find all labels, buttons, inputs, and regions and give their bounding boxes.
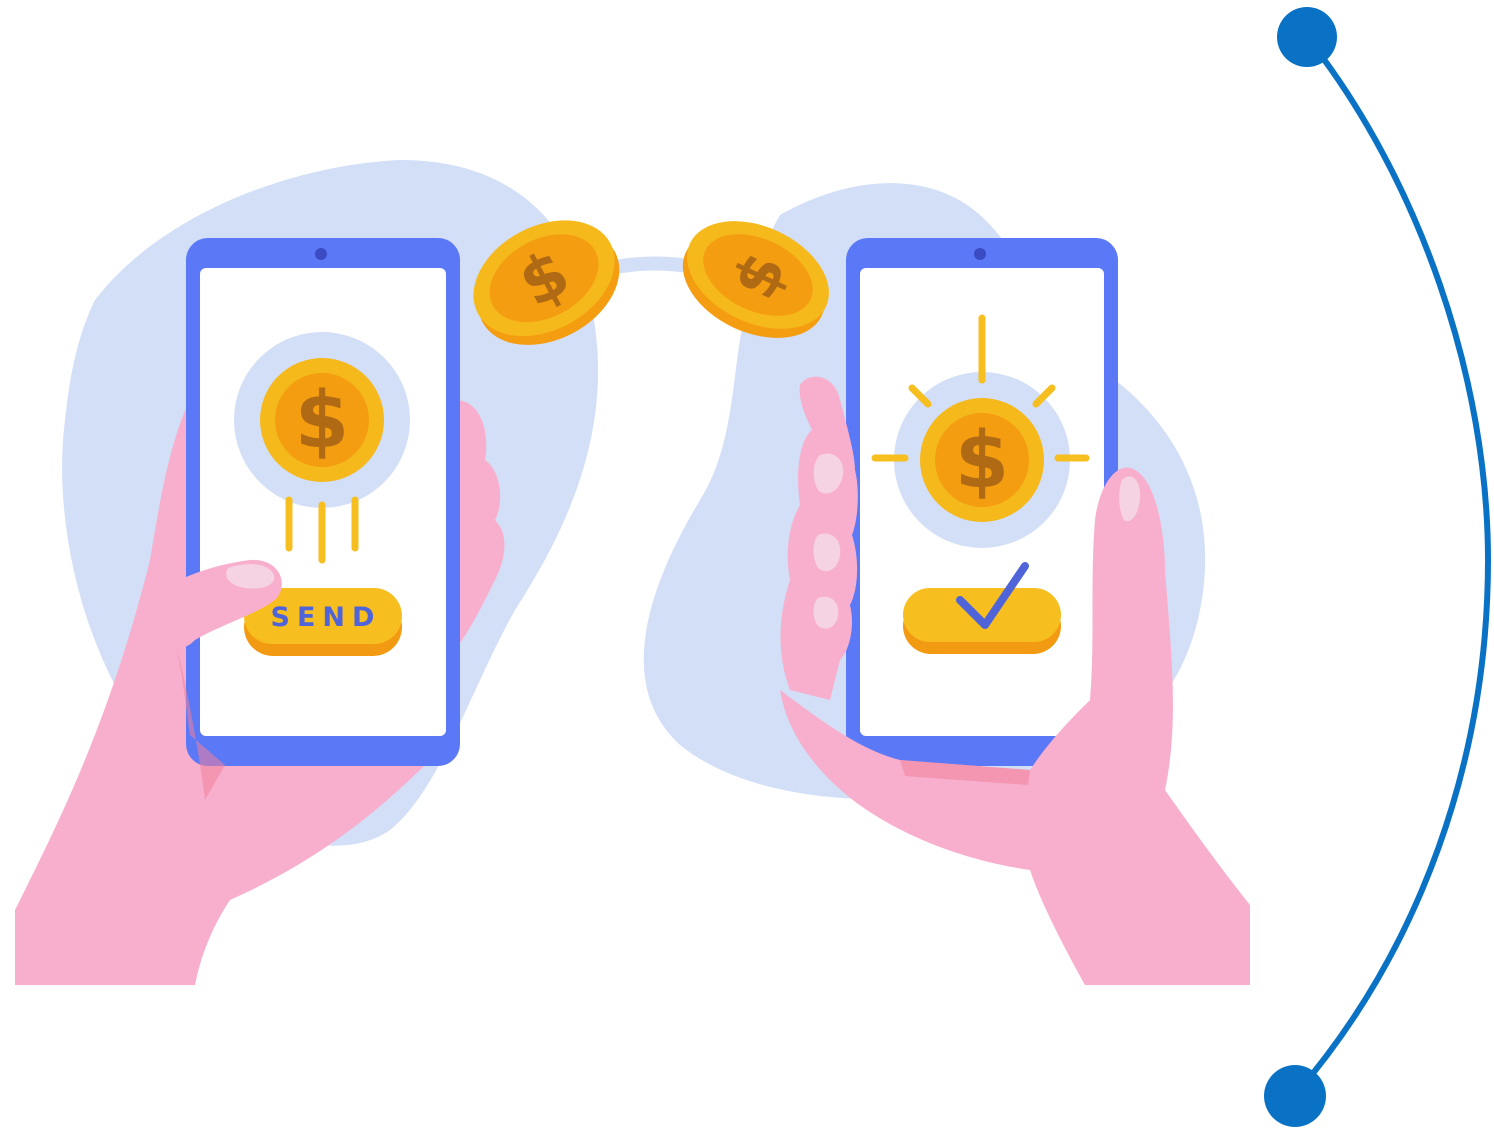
decorative-arc-line: [1292, 35, 1492, 1097]
decorative-arc-top-dot: [1277, 7, 1337, 67]
right-phone-camera: [974, 248, 986, 260]
decorative-arc-bottom-dot: [1264, 1065, 1326, 1127]
money-transfer-illustration: $ SEND $ $ $: [15, 7, 1492, 1127]
left-coin-dollar-icon: $: [295, 376, 349, 466]
send-button-label: SEND: [271, 602, 382, 633]
left-phone-camera: [315, 248, 327, 260]
right-coin-dollar-icon: $: [955, 416, 1009, 506]
right-finger-nail-3: [813, 596, 839, 629]
